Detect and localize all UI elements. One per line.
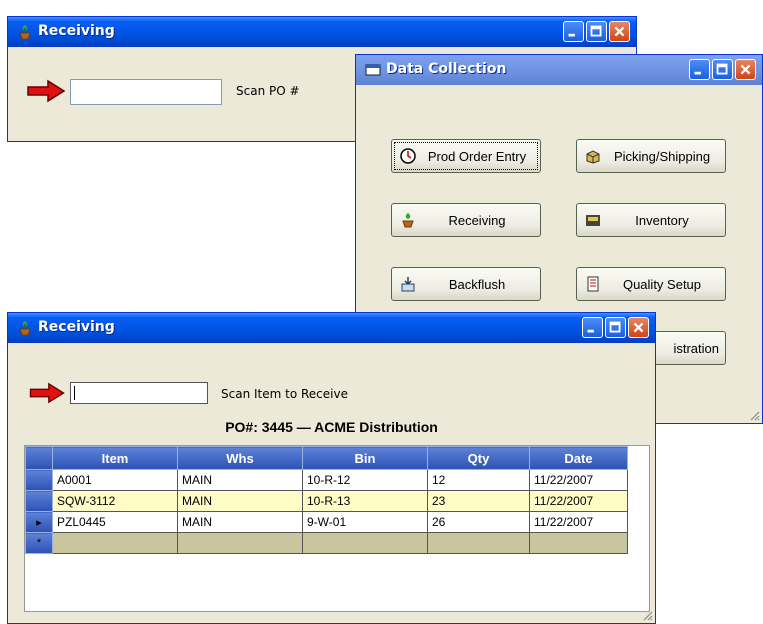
cell-whs[interactable] [177, 532, 303, 554]
cell-date[interactable]: 11/22/2007 [529, 511, 628, 533]
column-header-item[interactable]: Item [52, 446, 178, 470]
minimize-icon [587, 329, 594, 333]
cell-bin[interactable]: 10-R-12 [302, 469, 428, 491]
cell-bin[interactable]: 10-R-13 [302, 490, 428, 512]
po-header: PO#: 3445 — ACME Distribution [225, 419, 438, 435]
window-title: Data Collection [386, 61, 507, 77]
resize-grip-icon[interactable] [748, 409, 760, 421]
close-icon [614, 26, 625, 37]
cell-date[interactable] [529, 532, 628, 554]
cell-bin[interactable]: 9-W-01 [302, 511, 428, 533]
clock-icon [400, 148, 416, 164]
table-row[interactable]: SQW-3112 MAIN 10-R-13 23 11/22/2007 [25, 490, 628, 512]
package-icon [586, 150, 600, 164]
minimize-button[interactable] [689, 59, 710, 80]
picking-shipping-button[interactable]: Picking/Shipping [576, 139, 726, 173]
window-title: Receiving [38, 23, 115, 39]
table-row[interactable]: A0001 MAIN 10-R-12 12 11/22/2007 [25, 469, 628, 491]
cell-qty[interactable]: 26 [427, 511, 530, 533]
scan-po-label: Scan PO # [236, 84, 300, 98]
new-row[interactable]: * [25, 532, 628, 554]
receiving-plant-icon [19, 25, 31, 40]
column-header-whs[interactable]: Whs [177, 446, 303, 470]
column-header-bin[interactable]: Bin [302, 446, 428, 470]
quality-setup-button[interactable]: Quality Setup [576, 267, 726, 301]
receiving-button[interactable]: Receiving [391, 203, 541, 237]
cell-bin[interactable] [302, 532, 428, 554]
items-grid[interactable]: Item Whs Bin Qty Date A0001 MAIN 10-R-12… [25, 446, 628, 554]
cell-whs[interactable]: MAIN [177, 469, 303, 491]
red-arrow-icon [27, 79, 66, 103]
button-label: Prod Order Entry [427, 149, 527, 164]
cell-whs[interactable]: MAIN [177, 490, 303, 512]
backflush-icon [401, 277, 415, 292]
grid-header-row: Item Whs Bin Qty Date [25, 446, 628, 470]
button-label: Quality Setup [622, 277, 702, 292]
receiving-po-titlebar[interactable]: Receiving [8, 17, 636, 47]
button-label: Picking/Shipping [613, 149, 711, 164]
scan-item-label: Scan Item to Receive [221, 387, 348, 401]
cell-date[interactable]: 11/22/2007 [529, 469, 628, 491]
minimize-button[interactable] [563, 21, 584, 42]
receiving-item-window: Receiving Scan Item to Receive PO#: 3445… [7, 312, 656, 624]
close-icon [740, 64, 751, 75]
scan-item-input[interactable] [70, 382, 208, 404]
backflush-button[interactable]: Backflush [391, 267, 541, 301]
maximize-button[interactable] [712, 59, 733, 80]
minimize-icon [694, 71, 701, 75]
row-selector[interactable] [25, 469, 53, 491]
receiving-item-titlebar[interactable]: Receiving [8, 313, 655, 343]
cell-item[interactable]: PZL0445 [52, 511, 178, 533]
window-icon [365, 64, 381, 76]
text-cursor [74, 386, 75, 400]
maximize-icon [590, 25, 602, 37]
cell-qty[interactable]: 12 [427, 469, 530, 491]
cell-date[interactable]: 11/22/2007 [529, 490, 628, 512]
close-button[interactable] [609, 21, 630, 42]
close-button[interactable] [735, 59, 756, 80]
column-header-qty[interactable]: Qty [427, 446, 530, 470]
column-header-date[interactable]: Date [529, 446, 628, 470]
cell-qty[interactable]: 23 [427, 490, 530, 512]
close-button[interactable] [628, 317, 649, 338]
minimize-button[interactable] [582, 317, 603, 338]
red-arrow-icon [29, 382, 65, 404]
button-label: Backflush [448, 277, 506, 292]
cell-qty[interactable] [427, 532, 530, 554]
cell-item[interactable]: A0001 [52, 469, 178, 491]
row-selector[interactable] [25, 490, 53, 512]
maximize-icon [716, 63, 728, 75]
row-selector[interactable]: ▸ [25, 511, 53, 533]
prod-order-entry-button[interactable]: Prod Order Entry [391, 139, 541, 173]
inventory-button[interactable]: Inventory [576, 203, 726, 237]
cell-item[interactable] [52, 532, 178, 554]
receiving-plant-icon [402, 213, 414, 228]
maximize-button[interactable] [605, 317, 626, 338]
data-collection-titlebar[interactable]: Data Collection [356, 55, 762, 85]
inventory-icon [586, 215, 600, 226]
close-icon [633, 322, 644, 333]
cell-whs[interactable]: MAIN [177, 511, 303, 533]
document-icon [587, 276, 599, 292]
resize-grip-icon[interactable] [641, 609, 653, 621]
maximize-icon [609, 321, 621, 333]
minimize-icon [568, 33, 575, 37]
receiving-plant-icon [19, 321, 31, 336]
button-label: Receiving [448, 213, 506, 228]
cell-item[interactable]: SQW-3112 [52, 490, 178, 512]
scan-po-input[interactable] [70, 79, 222, 105]
maximize-button[interactable] [586, 21, 607, 42]
new-row-marker[interactable]: * [25, 532, 53, 554]
table-row[interactable]: ▸ PZL0445 MAIN 9-W-01 26 11/22/2007 [25, 511, 628, 533]
window-title: Receiving [38, 319, 115, 335]
items-grid-area[interactable]: Item Whs Bin Qty Date A0001 MAIN 10-R-12… [24, 445, 650, 612]
button-label: Inventory [635, 213, 689, 228]
row-selector-header [25, 446, 53, 470]
